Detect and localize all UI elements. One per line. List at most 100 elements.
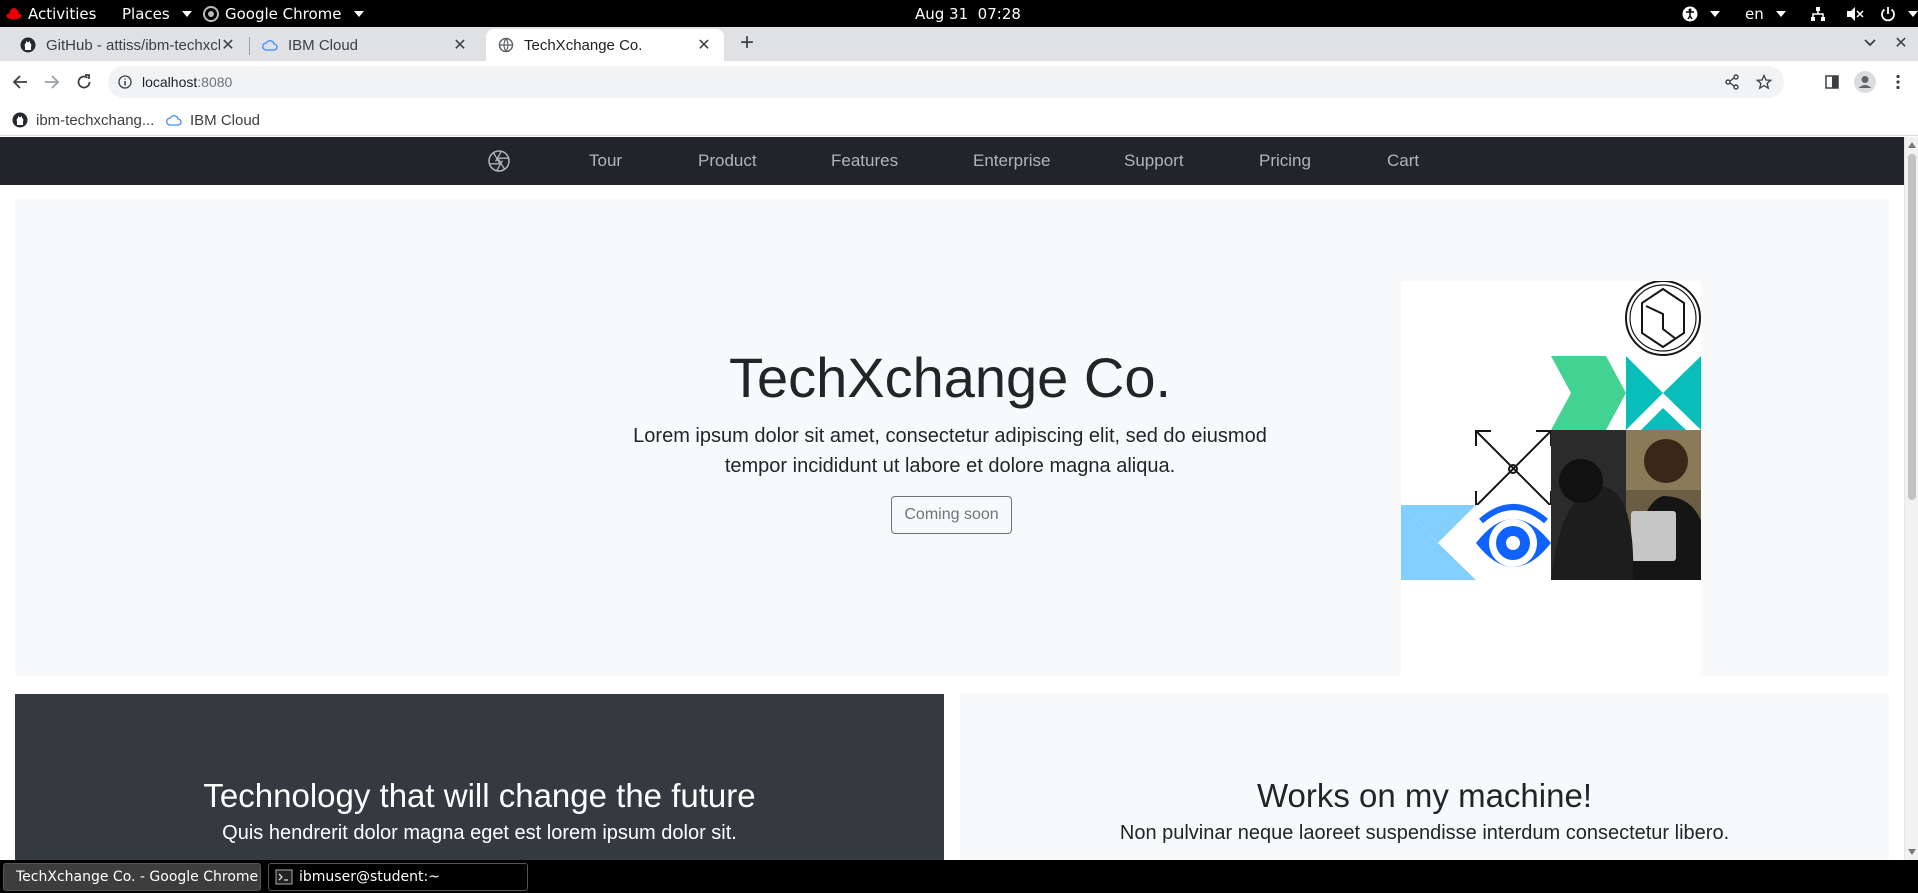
- nav-link-product[interactable]: Product: [698, 137, 757, 185]
- accessibility-icon: [1682, 6, 1698, 21]
- volume-muted-icon: [1847, 6, 1864, 21]
- green-chevron-shape: [1551, 356, 1626, 430]
- close-icon[interactable]: ✕: [452, 35, 468, 55]
- profile-button[interactable]: [1851, 68, 1879, 96]
- language-menu[interactable]: en: [1745, 0, 1786, 27]
- chevron-down-icon: [1775, 10, 1786, 17]
- bookmark-label: IBM Cloud: [190, 111, 261, 129]
- nav-link-enterprise[interactable]: Enterprise: [973, 137, 1050, 185]
- clock[interactable]: Aug 31 07:28: [915, 0, 1021, 27]
- info-icon[interactable]: [118, 75, 132, 89]
- scroll-up-icon[interactable]: [1907, 141, 1917, 149]
- system-menu[interactable]: [1810, 0, 1918, 27]
- network-icon: [1811, 6, 1825, 21]
- browser-toolbar: localhost:8080: [0, 61, 1918, 103]
- nav-link-support[interactable]: Support: [1124, 137, 1184, 185]
- reload-button[interactable]: [70, 68, 98, 96]
- bookmark-label: ibm-techxchang...: [36, 111, 155, 129]
- share-icon[interactable]: [1724, 74, 1740, 90]
- chevron-down-icon: [1908, 10, 1918, 17]
- tab-label: TechXchange Co.: [524, 36, 643, 54]
- expand-arrows-icon: [1475, 430, 1552, 507]
- tab-label: GitHub - attiss/ibm-techxch: [46, 36, 220, 54]
- url-port: :8080: [197, 74, 233, 90]
- side-panel-icon: [1825, 75, 1839, 89]
- light-blue-shape: [1401, 505, 1476, 580]
- bookmark-github[interactable]: ibm-techxchang...: [12, 109, 154, 131]
- page-scrollbar[interactable]: [1904, 137, 1918, 860]
- tab-techxchange[interactable]: TechXchange Co. ✕: [486, 29, 724, 61]
- side-panel-button[interactable]: [1818, 68, 1846, 96]
- panel-title: Technology that will change the future: [203, 777, 756, 814]
- star-icon[interactable]: [1756, 74, 1772, 90]
- places-label: Places: [122, 4, 170, 23]
- taskbar-item-terminal[interactable]: ibmuser@student:~: [268, 863, 528, 891]
- plus-icon: +: [739, 29, 754, 56]
- address-bar[interactable]: localhost:8080: [108, 66, 1784, 98]
- scroll-down-icon[interactable]: [1907, 848, 1917, 856]
- chevron-down-icon: [353, 10, 364, 17]
- forward-button[interactable]: [38, 68, 66, 96]
- arrow-right-icon: [45, 75, 60, 89]
- site-logo[interactable]: [487, 137, 511, 185]
- globe-icon: [498, 37, 514, 53]
- aperture-logo-icon: [1625, 280, 1701, 356]
- close-icon[interactable]: ✕: [220, 35, 236, 55]
- nav-link-features[interactable]: Features: [831, 137, 898, 185]
- window-close-button[interactable]: ✕: [1887, 29, 1915, 57]
- url-text: localhost:8080: [142, 74, 232, 90]
- system-top-bar: Activities Places Google Chrome Aug 31 0…: [0, 0, 1918, 27]
- hero-graphic: [1401, 280, 1701, 580]
- hero-text: Lorem ipsum dolor sit amet, consectetur …: [633, 425, 1267, 477]
- feature-panel-light: Works on my machine! Non pulvinar neque …: [960, 694, 1889, 860]
- back-button[interactable]: [6, 68, 34, 96]
- aperture-icon: [488, 150, 510, 172]
- tab-label: IBM Cloud: [288, 36, 359, 54]
- hero-title: TechXchange Co.: [728, 346, 1172, 409]
- taskbar-label: ibmuser@student:~: [299, 869, 440, 885]
- power-icon: [1881, 6, 1895, 21]
- eye-icon: [1476, 504, 1551, 580]
- places-menu[interactable]: Places: [122, 0, 192, 27]
- page-viewport: Tour Product Features Enterprise Support…: [0, 137, 1918, 860]
- feature-panel-dark: Technology that will change the future Q…: [15, 694, 944, 860]
- more-vert-icon: [1896, 74, 1900, 90]
- close-icon[interactable]: ✕: [696, 35, 712, 55]
- new-tab-button[interactable]: +: [733, 29, 761, 57]
- activities-button[interactable]: Activities: [6, 0, 96, 27]
- taskbar-item-chrome[interactable]: TechXchange Co. - Google Chrome: [3, 863, 261, 891]
- cloud-icon: [262, 37, 278, 53]
- panel-subtitle: Quis hendrerit dolor magna eget est lore…: [222, 822, 737, 844]
- scroll-thumb[interactable]: [1908, 154, 1916, 500]
- nav-link-pricing[interactable]: Pricing: [1259, 137, 1311, 185]
- site-navbar: Tour Product Features Enterprise Support…: [0, 137, 1904, 185]
- tab-strip: GitHub - attiss/ibm-techxch ✕ IBM Cloud …: [0, 27, 1918, 61]
- chevron-down-icon: [181, 10, 192, 17]
- accessibility-menu[interactable]: [1682, 0, 1720, 27]
- reload-icon: [77, 74, 91, 89]
- bookmark-ibm-cloud[interactable]: IBM Cloud: [166, 109, 260, 131]
- github-icon: [20, 37, 36, 53]
- tab-ibm-cloud[interactable]: IBM Cloud ✕: [250, 29, 480, 61]
- clock-label: Aug 31 07:28: [915, 4, 1021, 23]
- github-icon: [12, 112, 28, 128]
- teal-block-shape: [1626, 356, 1701, 430]
- panel-title: Works on my machine!: [1257, 777, 1592, 814]
- nav-link-cart[interactable]: Cart: [1387, 137, 1419, 185]
- bookmarks-bar: ibm-techxchang... IBM Cloud: [0, 103, 1918, 136]
- team-photo: [1551, 430, 1701, 580]
- nav-link-tour[interactable]: Tour: [589, 137, 622, 185]
- app-menu[interactable]: Google Chrome: [203, 0, 364, 27]
- taskbar: TechXchange Co. - Google Chrome ibmuser@…: [0, 860, 1918, 893]
- tab-github[interactable]: GitHub - attiss/ibm-techxch ✕: [8, 29, 248, 61]
- chrome-menu-button[interactable]: [1884, 68, 1912, 96]
- chevron-down-icon: [1864, 39, 1876, 47]
- panel-subtitle: Non pulvinar neque laoreet suspendisse i…: [1119, 822, 1730, 844]
- cloud-icon: [166, 115, 182, 126]
- activities-label: Activities: [28, 4, 97, 23]
- coming-soon-button[interactable]: Coming soon: [891, 496, 1012, 534]
- close-icon: ✕: [1894, 35, 1908, 52]
- taskbar-label: TechXchange Co. - Google Chrome: [16, 869, 259, 885]
- avatar-icon: [1854, 71, 1876, 93]
- tab-search-button[interactable]: [1856, 29, 1884, 57]
